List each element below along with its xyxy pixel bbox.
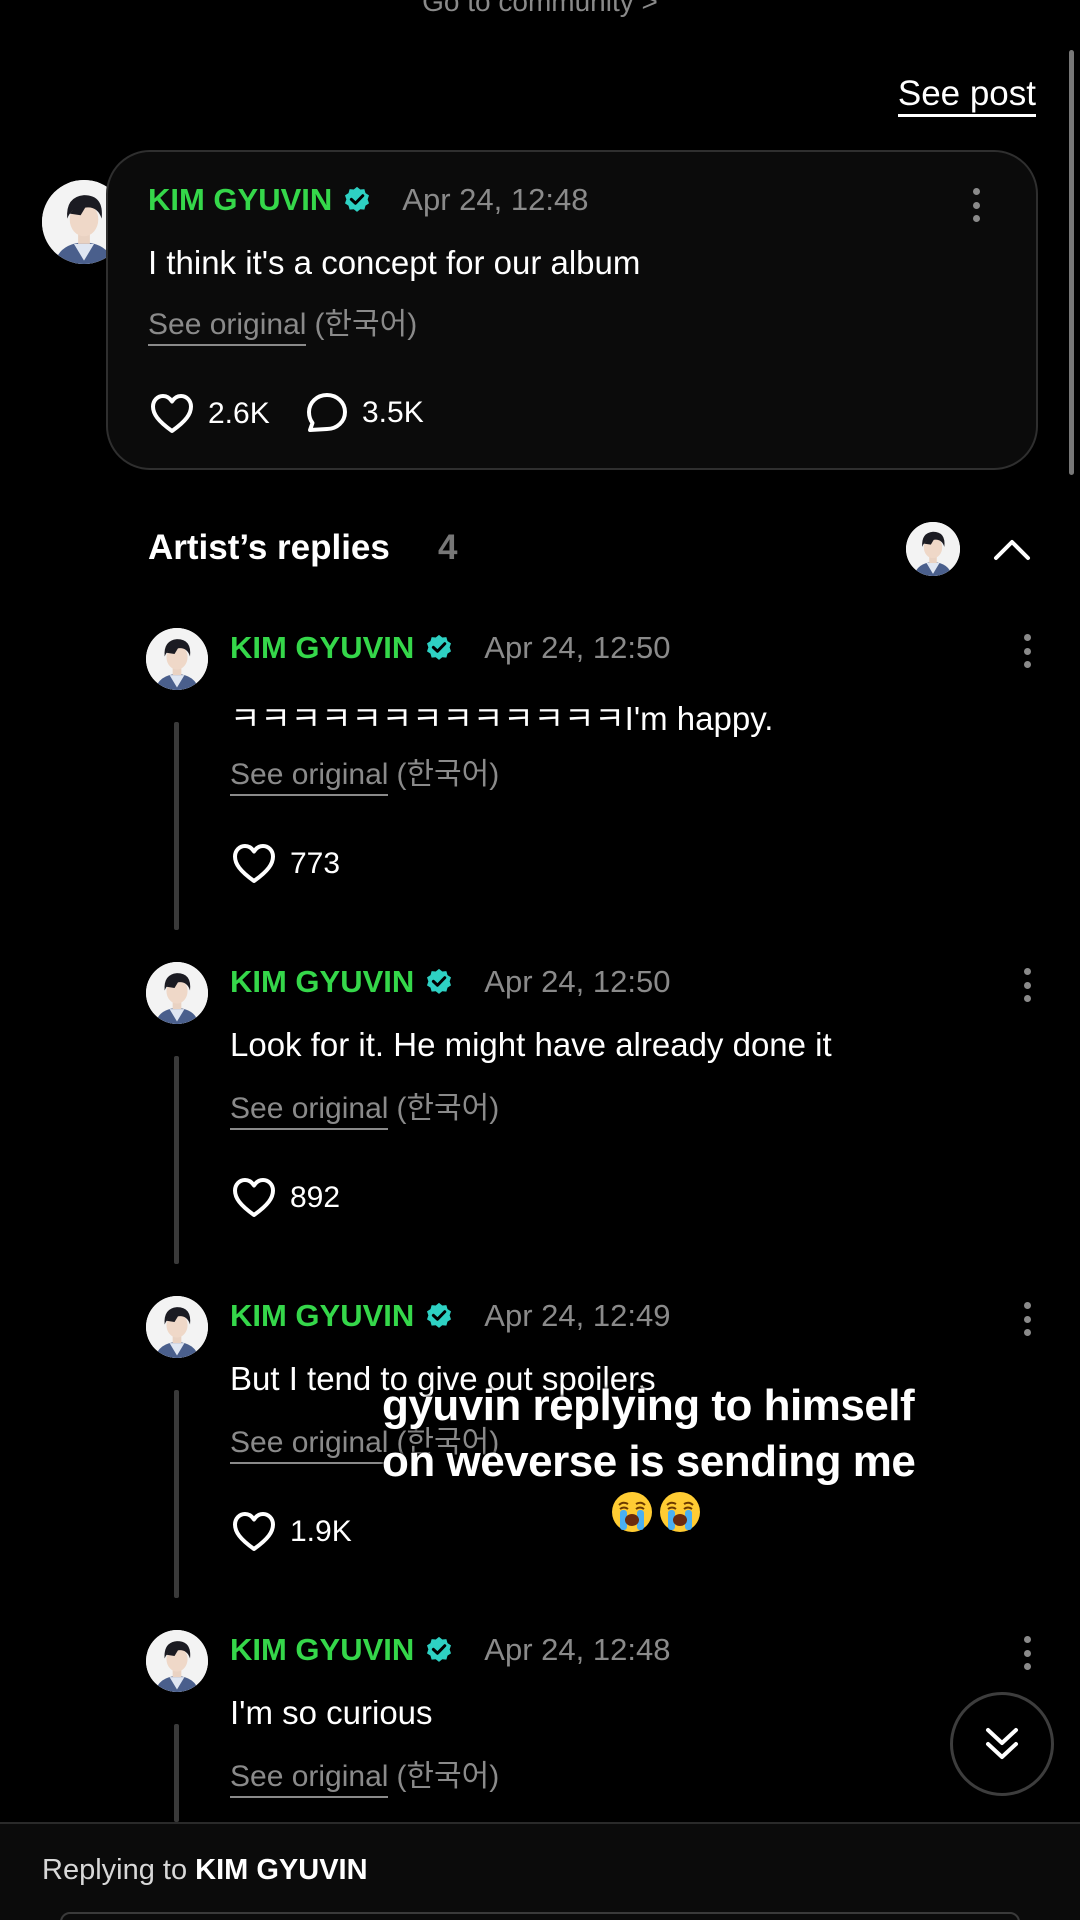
reply-text: I'm so curious bbox=[230, 1694, 433, 1731]
original-language: (한국어) bbox=[396, 1760, 500, 1793]
avatar[interactable] bbox=[906, 522, 960, 576]
verified-badge-icon bbox=[424, 967, 454, 997]
chevron-up-icon[interactable] bbox=[992, 530, 1032, 570]
see-original-row: See original (한국어) bbox=[230, 756, 499, 796]
crying-face-emoji bbox=[658, 1490, 702, 1534]
comment-bubble-icon bbox=[307, 393, 347, 432]
avatar[interactable] bbox=[146, 962, 208, 1024]
overlay-line: gyuvin replying to himself bbox=[382, 1381, 915, 1430]
more-vertical-icon[interactable] bbox=[972, 188, 980, 222]
verified-badge-icon bbox=[424, 1635, 454, 1665]
original-language: (한국어) bbox=[396, 758, 500, 791]
reply-timestamp: Apr 24, 12:49 bbox=[484, 1298, 671, 1333]
avatar[interactable] bbox=[146, 1630, 208, 1692]
reply-header: KIM GYUVIN Apr 24, 12:49 bbox=[230, 1298, 670, 1334]
original-language: (한국어) bbox=[314, 308, 418, 341]
reply-timestamp: Apr 24, 12:50 bbox=[484, 630, 671, 665]
comment-button[interactable]: 3.5K bbox=[304, 390, 424, 436]
section-title: Artist’s replies bbox=[148, 528, 390, 567]
see-post-link[interactable]: See post bbox=[897, 74, 1036, 117]
more-vertical-icon[interactable] bbox=[1023, 1636, 1031, 1670]
scroll-down-button[interactable] bbox=[950, 1692, 1054, 1796]
reply-count: 4 bbox=[438, 528, 458, 567]
see-original-row: See original (한국어) bbox=[148, 306, 417, 346]
post-text: I think it's a concept for our album bbox=[148, 244, 641, 281]
like-count: 773 bbox=[290, 847, 341, 880]
see-original-link[interactable]: See original bbox=[148, 306, 307, 346]
double-chevron-down-icon bbox=[986, 1728, 1018, 1759]
like-button[interactable]: 2.6K bbox=[148, 390, 270, 438]
reply-bar: Replying to KIM GYUVIN bbox=[0, 1822, 1080, 1920]
verified-badge-icon bbox=[342, 185, 372, 215]
overlay-line: on weverse is sending me bbox=[382, 1437, 916, 1486]
reply-timestamp: Apr 24, 12:48 bbox=[484, 1632, 671, 1667]
see-original-link[interactable]: See original bbox=[230, 756, 389, 796]
emoji-row bbox=[610, 1490, 702, 1534]
thread-line bbox=[174, 1390, 179, 1598]
author-name[interactable]: KIM GYUVIN bbox=[230, 1632, 414, 1668]
avatar[interactable] bbox=[146, 1296, 208, 1358]
thread-line bbox=[174, 1056, 179, 1264]
reply-header: KIM GYUVIN Apr 24, 12:50 bbox=[230, 964, 670, 1000]
like-count: 1.9K bbox=[290, 1515, 352, 1548]
like-count: 2.6K bbox=[208, 397, 270, 430]
heart-icon bbox=[230, 1174, 278, 1222]
post-header: KIM GYUVIN Apr 24, 12:48 bbox=[148, 182, 588, 218]
see-original-link[interactable]: See original bbox=[230, 1090, 389, 1130]
overlay-caption: gyuvin replying to himself on weverse is… bbox=[382, 1378, 942, 1548]
reply-header: KIM GYUVIN Apr 24, 12:48 bbox=[230, 1632, 670, 1668]
replying-name: KIM GYUVIN bbox=[195, 1854, 368, 1886]
go-to-community-link[interactable]: Go to community > bbox=[0, 0, 1080, 18]
like-button[interactable]: 773 bbox=[230, 840, 340, 888]
thread-line bbox=[174, 722, 179, 930]
heart-icon bbox=[230, 840, 278, 888]
heart-icon bbox=[148, 390, 196, 438]
see-original-link[interactable]: See original bbox=[230, 1758, 389, 1798]
heart-icon bbox=[230, 1508, 278, 1556]
see-original-row: See original (한국어) bbox=[230, 1090, 499, 1130]
author-name[interactable]: KIM GYUVIN bbox=[230, 630, 414, 666]
crying-face-emoji bbox=[610, 1490, 654, 1534]
like-button[interactable]: 892 bbox=[230, 1174, 340, 1222]
comment-count: 3.5K bbox=[362, 396, 424, 429]
verified-badge-icon bbox=[424, 633, 454, 663]
reply-text: ㅋㅋㅋㅋㅋㅋㅋㅋㅋㅋㅋㅋㅋI'm happy. bbox=[230, 700, 774, 737]
replying-to-label: Replying to KIM GYUVIN bbox=[42, 1854, 368, 1887]
more-vertical-icon[interactable] bbox=[1023, 634, 1031, 668]
reply-timestamp: Apr 24, 12:50 bbox=[484, 964, 671, 999]
original-language: (한국어) bbox=[396, 1092, 500, 1125]
post-timestamp: Apr 24, 12:48 bbox=[402, 182, 589, 217]
author-name[interactable]: KIM GYUVIN bbox=[148, 182, 332, 218]
like-button[interactable]: 1.9K bbox=[230, 1508, 352, 1556]
like-count: 892 bbox=[290, 1181, 341, 1214]
scrollbar[interactable] bbox=[1069, 50, 1074, 475]
avatar[interactable] bbox=[146, 628, 208, 690]
author-name[interactable]: KIM GYUVIN bbox=[230, 964, 414, 1000]
reply-header: KIM GYUVIN Apr 24, 12:50 bbox=[230, 630, 670, 666]
thread-line bbox=[174, 1724, 179, 1822]
replying-prefix: Replying to bbox=[42, 1854, 188, 1886]
see-original-link[interactable]: See original bbox=[230, 1424, 389, 1464]
more-vertical-icon[interactable] bbox=[1023, 968, 1031, 1002]
comment-input[interactable] bbox=[60, 1912, 1020, 1920]
more-vertical-icon[interactable] bbox=[1023, 1302, 1031, 1336]
verified-badge-icon bbox=[424, 1301, 454, 1331]
post-card: KIM GYUVIN Apr 24, 12:48 I think it's a … bbox=[106, 150, 1038, 470]
author-name[interactable]: KIM GYUVIN bbox=[230, 1298, 414, 1334]
see-original-row: See original (한국어) bbox=[230, 1758, 499, 1798]
reply-text: Look for it. He might have already done … bbox=[230, 1026, 832, 1063]
